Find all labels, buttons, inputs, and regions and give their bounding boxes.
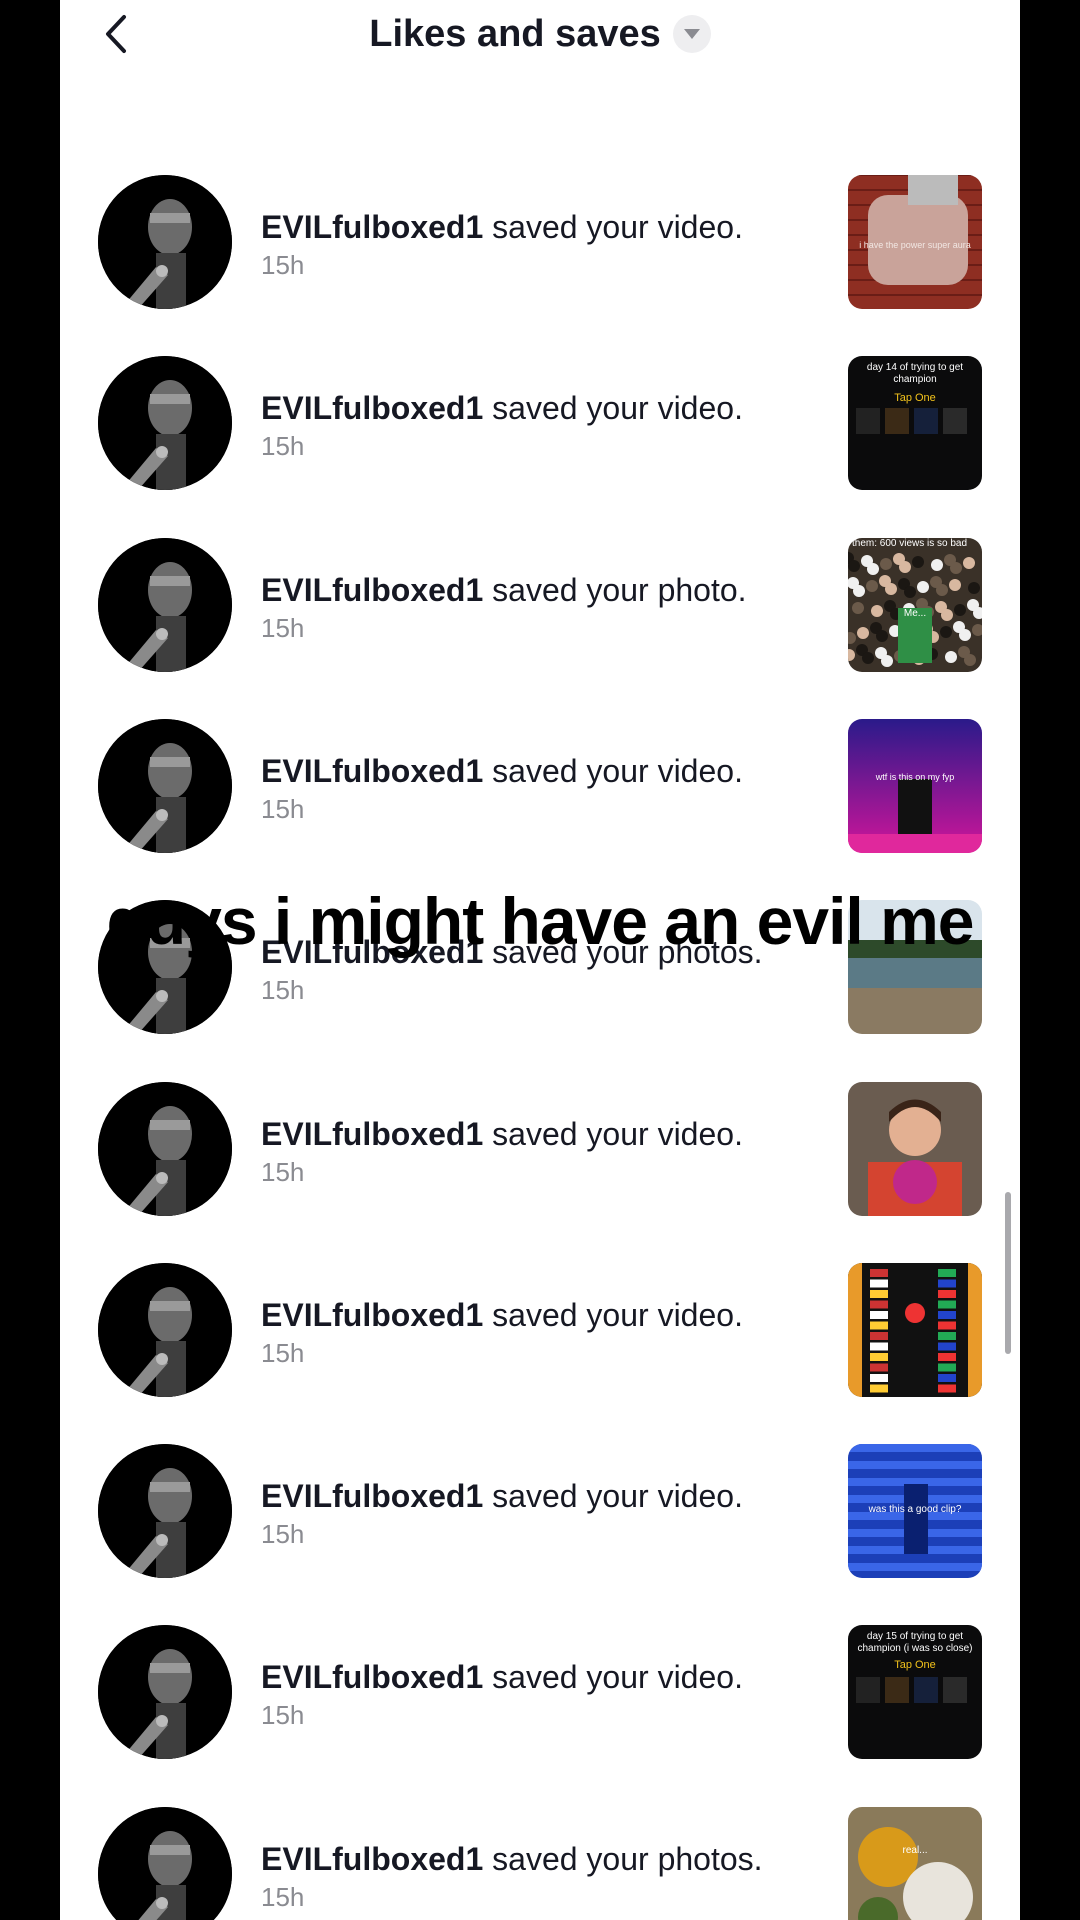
page-title: Likes and saves [369,12,661,55]
notification-text: EVILfulboxed1 saved your photos. 15h [261,1841,821,1913]
avatar[interactable] [98,1806,232,1920]
video-thumbnail[interactable]: them: 600 views is so bad Me... [848,537,982,672]
notification-row[interactable]: EVILfulboxed1 saved your video. 15h was … [60,1444,1020,1625]
timestamp: 15h [261,1881,305,1912]
thumb-caption: Me... [903,607,927,619]
notification-text: EVILfulboxed1 saved your video. 15h [261,209,821,281]
username[interactable]: EVILfulboxed1 [261,753,483,789]
notification-row[interactable]: EVILfulboxed1 saved your video. 15h [60,1262,1020,1444]
notification-text: EVILfulboxed1 saved your video. 15h [261,1478,821,1550]
avatar[interactable] [98,356,232,491]
notification-action: saved your video. [483,390,743,427]
notification-text: EVILfulboxed1 saved your video. 15h [261,1297,821,1369]
notification-text: EVILfulboxed1 saved your photo. 15h [261,572,821,644]
video-thumbnail[interactable] [848,1081,982,1216]
username[interactable]: EVILfulboxed1 [261,1659,483,1695]
notification-action: saved your video. [483,209,743,245]
avatar[interactable] [98,537,232,672]
left-letterbox [0,0,60,1920]
notification-action: saved your video. [483,1296,743,1333]
username[interactable]: EVILfulboxed1 [261,1478,483,1514]
timestamp: 15h [261,250,305,280]
notification-action: saved your video. [483,752,743,789]
avatar[interactable] [98,718,232,853]
notification-action: saved your photo. [483,571,747,608]
notification-text: EVILfulboxed1 saved your video. 15h [261,390,821,462]
video-thumbnail[interactable]: day 15 of trying to get champion (i was … [848,1625,982,1760]
notification-action: saved your video. [483,1478,743,1515]
notification-text: EVILfulboxed1 saved your video. 15h [261,753,821,825]
notification-row[interactable]: EVILfulboxed1 saved your photo. 15h them… [60,537,1020,719]
username[interactable]: EVILfulboxed1 [261,1841,483,1877]
video-thumbnail[interactable]: was this a good clip? [848,1444,982,1579]
thumb-caption: i have the power super aura [859,240,971,250]
notification-row[interactable]: EVILfulboxed1 saved your video. 15h wtf … [60,718,1020,900]
timestamp: 15h [261,1519,305,1550]
thumb-caption: was this a good clip? [868,1504,962,1516]
right-letterbox [1020,0,1080,1920]
timestamp: 15h [261,612,305,643]
video-thumbnail[interactable]: wtf is this on my fyp [848,718,982,853]
notification-row[interactable]: EVILfulboxed1 saved your video. 15h day … [60,1625,1020,1806]
notification-row[interactable]: EVILfulboxed1 saved your photos. 15h [60,900,1020,1081]
video-thumbnail[interactable]: i have the power super aura [848,175,982,309]
timestamp: 15h [261,1700,305,1731]
avatar[interactable] [98,900,232,1035]
top-header: Likes and saves [60,0,1020,86]
video-thumbnail[interactable] [848,1262,982,1397]
username[interactable]: EVILfulboxed1 [261,390,483,426]
notification-row[interactable]: EVILfulboxed1 saved your photos. 15h rea… [60,1806,1020,1920]
notification-action: saved your photos. [483,934,763,971]
video-thumbnail[interactable] [848,900,982,1035]
notification-text: EVILfulboxed1 saved your photos. 15h [261,934,821,1006]
thumb-caption: wtf is this on my fyp [875,771,955,782]
avatar[interactable] [98,175,232,309]
video-thumbnail[interactable]: day 14 of trying to get champion Tap One [848,356,982,491]
avatar[interactable] [98,1081,232,1216]
avatar[interactable] [98,1444,232,1579]
notification-row[interactable]: EVILfulboxed1 saved your video. 15h i ha… [60,175,1020,356]
timestamp: 15h [261,793,305,824]
notification-action: saved your photos. [483,1840,763,1877]
username[interactable]: EVILfulboxed1 [261,1116,483,1152]
avatar[interactable] [98,1262,232,1397]
thumb-caption: Tap One [894,1659,936,1672]
notification-row[interactable]: EVILfulboxed1 saved your video. 15h [60,1081,1020,1263]
thumb-caption: Tap One [894,392,936,405]
notification-text: EVILfulboxed1 saved your video. 15h [261,1116,821,1188]
timestamp: 15h [261,431,305,462]
notification-row[interactable]: EVILfulboxed1 saved your video. 15h day … [60,356,1020,537]
avatar[interactable] [98,1625,232,1760]
thumb-caption: day 15 of trying to get champion (i was … [857,1631,973,1655]
notifications-screen: 15h EVILfulboxed1 saved your video. 15h … [60,0,1020,1920]
timestamp: 15h [261,1156,305,1187]
timestamp: 15h [261,1337,305,1368]
thumb-caption: them: 600 views is so bad [852,537,968,549]
username[interactable]: EVILfulboxed1 [261,572,483,608]
thumb-caption: real... [902,1844,928,1856]
notification-text: EVILfulboxed1 saved your video. 15h [261,1659,821,1731]
notification-action: saved your video. [483,1659,743,1696]
username[interactable]: EVILfulboxed1 [261,209,483,245]
scrollbar[interactable] [1005,1192,1011,1354]
filter-dropdown-button[interactable] [672,15,711,53]
username[interactable]: EVILfulboxed1 [261,934,483,970]
video-thumbnail[interactable]: real... [848,1806,982,1920]
thumb-caption: day 14 of trying to get champion [866,362,964,386]
timestamp: 15h [261,975,305,1006]
username[interactable]: EVILfulboxed1 [261,1297,483,1333]
notification-action: saved your video. [483,1115,743,1152]
caret-down-icon [683,29,700,39]
